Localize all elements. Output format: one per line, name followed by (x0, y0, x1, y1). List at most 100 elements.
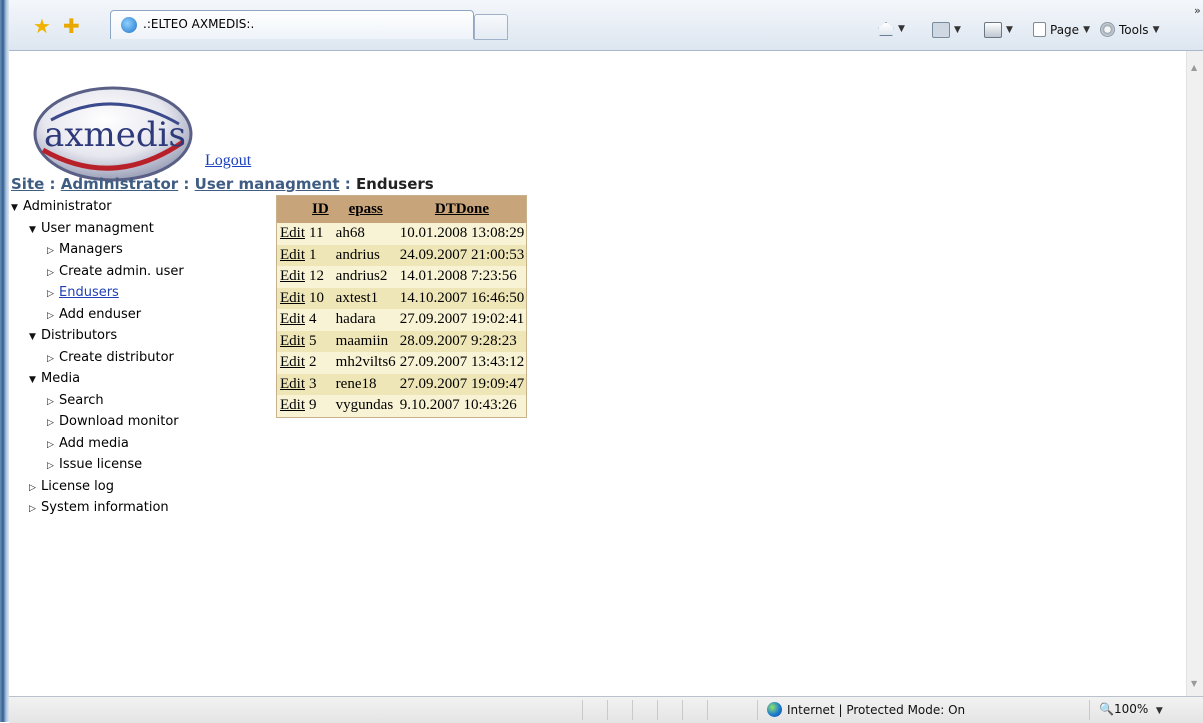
vertical-scrollbar[interactable]: ▲ ▼ (1186, 51, 1203, 696)
tools-menu-label: Tools (1119, 22, 1149, 37)
header-edit (276, 195, 307, 223)
tree-item-media[interactable]: ▼ Media (29, 371, 80, 386)
more-commands-icon[interactable]: ›› (1194, 4, 1201, 17)
cell-dtdone: 27.09.2007 19:09:47 (397, 373, 527, 395)
home-button[interactable]: ▼ (878, 22, 905, 36)
cell-dtdone: 27.09.2007 13:43:12 (397, 352, 527, 374)
header-id[interactable]: ID (307, 195, 334, 223)
chevron-down-icon: ▼ (1152, 24, 1160, 35)
expanded-triangle-icon: ▼ (29, 375, 36, 385)
browser-tab[interactable]: .:ELTEO AXMEDIS:. (110, 10, 474, 39)
cell-dtdone: 10.01.2008 13:08:29 (397, 223, 527, 245)
cell-id: 9 (307, 395, 334, 417)
tree-item-label: Create admin. user (59, 263, 184, 279)
tree-item-label: Add enduser (59, 306, 142, 322)
edit-link[interactable]: Edit (276, 309, 307, 331)
collapsed-triangle-icon: ▷ (47, 418, 54, 428)
tree-item-create-admin-user[interactable]: ▷ Create admin. user (47, 264, 184, 279)
tree-item-search[interactable]: ▷ Search (47, 393, 104, 408)
cell-id: 12 (307, 266, 334, 288)
tree-item-add-media[interactable]: ▷ Add media (47, 436, 129, 451)
cell-epass: hadara (333, 309, 398, 331)
new-tab-button[interactable] (474, 14, 508, 40)
edit-link[interactable]: Edit (276, 287, 307, 309)
header-dtdone[interactable]: DTDone (397, 195, 527, 223)
edit-link[interactable]: Edit (276, 352, 307, 374)
tree-item-label: Managers (59, 242, 123, 257)
collapsed-triangle-icon: ▷ (47, 353, 54, 364)
collapsed-triangle-icon: ▷ (47, 246, 54, 256)
zoom-level: 100% (1113, 702, 1149, 716)
tree-item-label: Administrator (23, 199, 112, 214)
browser-toolbar: ★ ✚ .:ELTEO AXMEDIS:. ▼ ▼ ▼ Page ▼ Tools ▼… (9, 0, 1203, 51)
collapsed-triangle-icon: ▷ (47, 439, 54, 450)
collapsed-triangle-icon: ▷ (47, 310, 54, 321)
status-divider (657, 700, 658, 720)
cell-dtdone: 24.09.2007 21:00:53 (397, 244, 527, 266)
edit-link[interactable]: Edit (276, 330, 307, 352)
tree-item-issue-license[interactable]: ▷ Issue license (47, 457, 142, 472)
zoom-control[interactable]: 🔍100% ▼ (1099, 702, 1163, 716)
collapsed-triangle-icon: ▷ (47, 289, 54, 299)
chevron-down-icon[interactable]: ▼ (1156, 706, 1163, 716)
tree-item-endusers[interactable]: ▷ Endusers (47, 285, 119, 300)
edit-link[interactable]: Edit (276, 223, 307, 245)
table-row: Edit 10 axtest1 14.10.2007 16:46:50 (276, 287, 527, 309)
logo-text: axmedis (44, 115, 186, 155)
header-epass[interactable]: epass (333, 195, 398, 223)
tree-item-distributors[interactable]: ▼ Distributors (29, 328, 117, 343)
table-row: Edit 1 andrius 24.09.2007 21:00:53 (276, 244, 527, 266)
window-edge (0, 0, 9, 722)
zoom-icon: 🔍 (1099, 702, 1114, 716)
table-row: Edit 12 andrius2 14.01.2008 7:23:56 (276, 266, 527, 288)
page-icon (1033, 22, 1046, 37)
breadcrumb-user-managment[interactable]: User managment (195, 175, 340, 193)
cell-dtdone: 14.01.2008 7:23:56 (397, 266, 527, 288)
breadcrumb-site[interactable]: Site (11, 175, 44, 193)
feeds-button[interactable]: ▼ (932, 22, 961, 38)
cell-epass: mh2vilts6 (333, 352, 398, 374)
cell-epass: vygundas (333, 395, 398, 417)
tree-item-label: Distributors (41, 328, 118, 343)
cell-id: 3 (307, 373, 334, 395)
edit-link[interactable]: Edit (276, 266, 307, 288)
scroll-up-icon[interactable]: ▲ (1191, 63, 1197, 72)
cell-id: 4 (307, 309, 334, 331)
tree-item-create-distributor[interactable]: ▷ Create distributor (47, 350, 174, 365)
tools-menu-button[interactable]: Tools ▼ (1100, 22, 1159, 37)
tree-item-add-enduser[interactable]: ▷ Add enduser (47, 307, 141, 322)
collapsed-triangle-icon: ▷ (47, 396, 54, 407)
edit-link[interactable]: Edit (276, 395, 307, 417)
page-content: axmedis Logout Site : Administrator : Us… (9, 51, 1186, 696)
breadcrumb-separator: : (44, 175, 61, 193)
breadcrumb-administrator[interactable]: Administrator (61, 175, 178, 193)
tree-item-user-managment[interactable]: ▼ User managment (29, 221, 154, 236)
scroll-down-icon[interactable]: ▼ (1191, 679, 1197, 688)
print-button[interactable]: ▼ (984, 22, 1013, 38)
table-row: Edit 2 mh2vilts6 27.09.2007 13:43:12 (276, 352, 527, 374)
edit-link[interactable]: Edit (276, 244, 307, 266)
table-row: Edit 11 ah68 10.01.2008 13:08:29 (276, 223, 527, 245)
tree-item-download-monitor[interactable]: ▷ Download monitor (47, 414, 179, 429)
cell-epass: axtest1 (333, 287, 398, 309)
tree-item-license-log[interactable]: ▷ License log (29, 479, 114, 494)
chevron-down-icon[interactable]: ▼ (1006, 25, 1013, 35)
tree-item-label: User managment (41, 220, 154, 236)
tree-item-administrator[interactable]: ▼ Administrator (11, 199, 112, 214)
logout-link[interactable]: Logout (205, 152, 251, 170)
security-zone[interactable]: Internet | Protected Mode: On (767, 702, 965, 717)
page-menu-button[interactable]: Page ▼ (1033, 22, 1090, 37)
cell-epass: rene18 (333, 373, 398, 395)
favorites-star-icon[interactable]: ★ (33, 16, 51, 36)
chevron-down-icon[interactable]: ▼ (898, 24, 905, 34)
status-divider (757, 700, 758, 720)
table-header-row: ID epass DTDone (276, 195, 527, 223)
add-favorites-icon[interactable]: ✚ (63, 16, 80, 36)
status-divider (707, 700, 708, 720)
edit-link[interactable]: Edit (276, 373, 307, 395)
tree-item-managers[interactable]: ▷ Managers (47, 242, 123, 257)
breadcrumb-current: Endusers (355, 175, 434, 193)
breadcrumb-separator: : (339, 175, 356, 193)
tree-item-system-information[interactable]: ▷ System information (29, 500, 169, 515)
chevron-down-icon[interactable]: ▼ (954, 25, 961, 35)
